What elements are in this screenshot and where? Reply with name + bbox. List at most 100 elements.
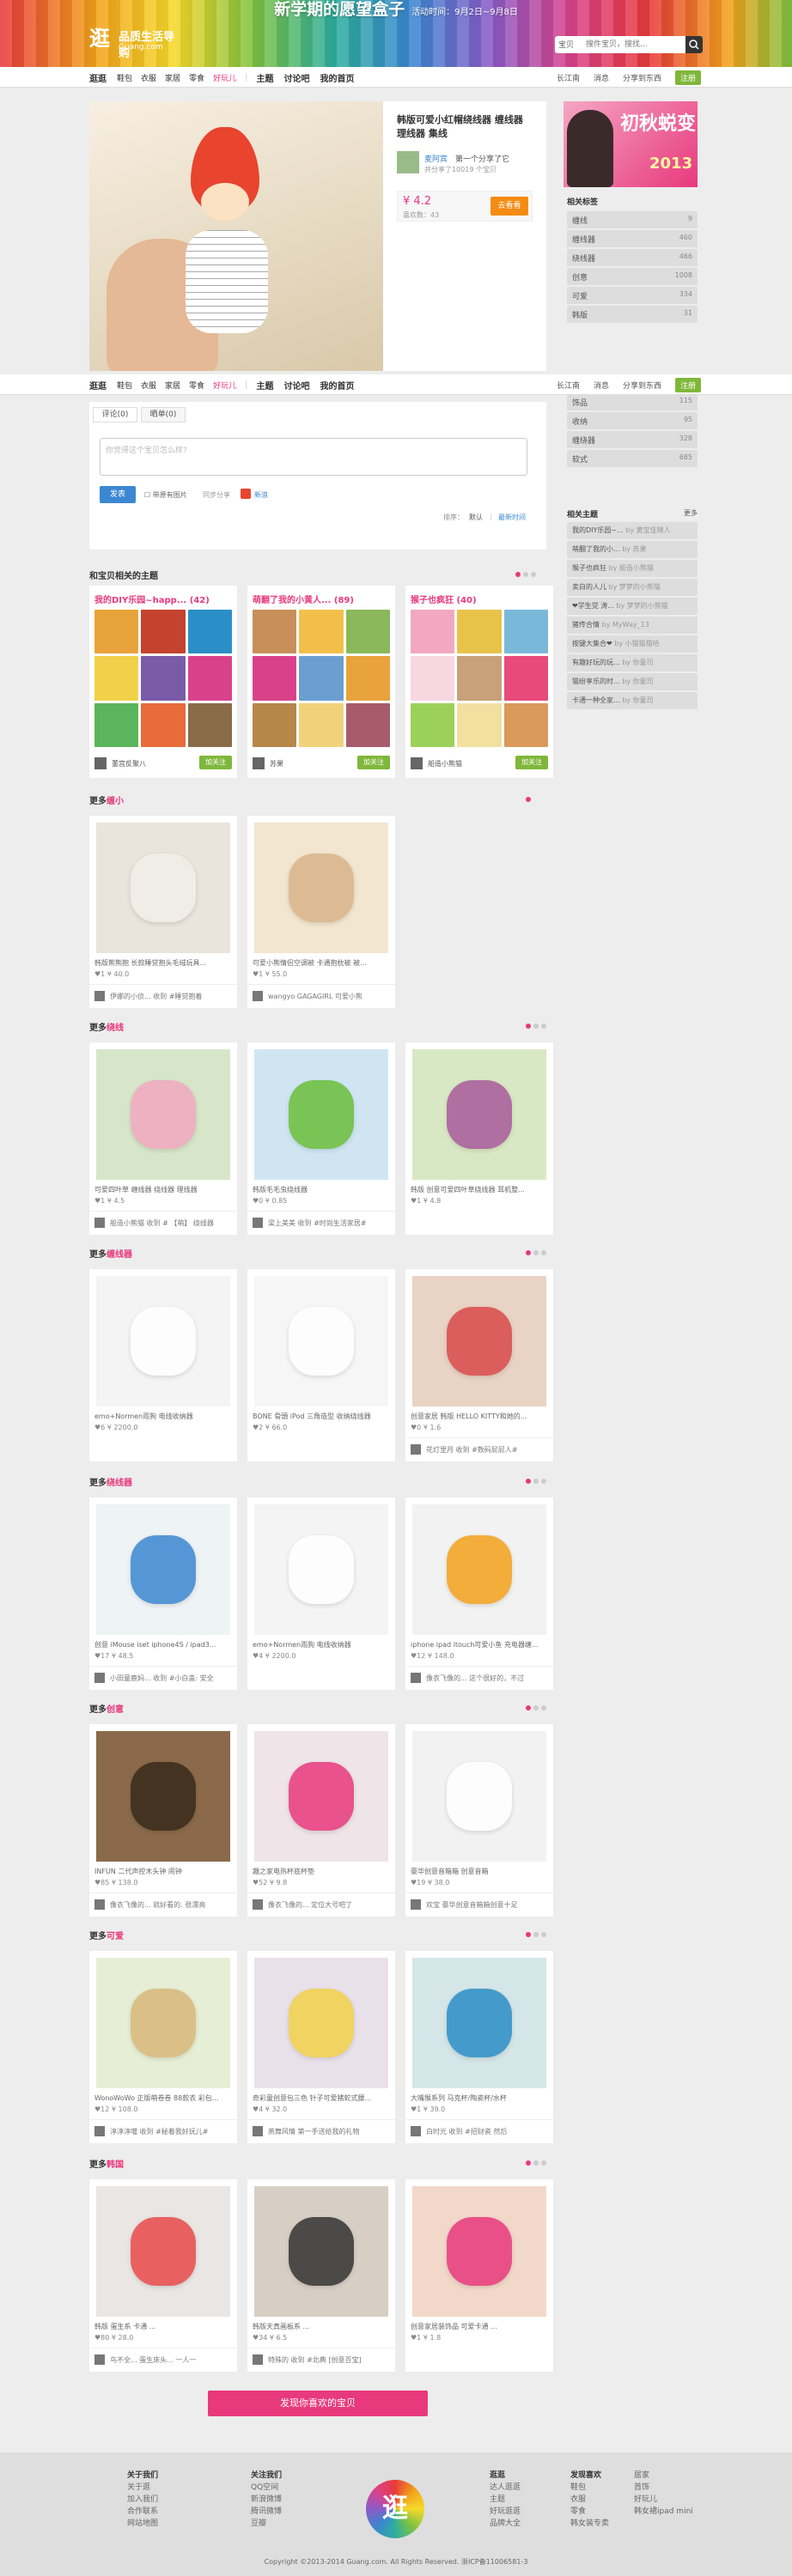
- theme-card-title[interactable]: 我的DIY乐园~happ... (42): [94, 592, 210, 605]
- product-thumbnail[interactable]: [96, 1276, 230, 1406]
- section-keyword[interactable]: 创意: [107, 1705, 124, 1715]
- section-keyword[interactable]: 绕线器: [107, 1479, 132, 1488]
- product-thumbnail[interactable]: [412, 1731, 546, 1862]
- product-image[interactable]: [89, 101, 383, 371]
- messages-menu[interactable]: 消息: [594, 72, 609, 83]
- theme-card-thumbs[interactable]: [253, 610, 390, 747]
- theme-card-user[interactable]: 船造小熊猫: [428, 759, 462, 769]
- product-sharer-note[interactable]: 淳淳淳噹 收到 #秘着我好玩儿#: [110, 2127, 234, 2136]
- nav-item-bags[interactable]: 鞋包: [117, 380, 132, 391]
- comment-input[interactable]: 你觉得这个宝贝怎么样?: [100, 438, 527, 476]
- nav-item-home-goods[interactable]: 家居: [165, 380, 180, 391]
- product-card[interactable]: WonoWoWo 正版萌卷卷 88款衣 彩包... ♥12 ¥ 108.0 淳淳淳噹…: [89, 1951, 237, 2143]
- register-button[interactable]: 注册: [674, 377, 701, 392]
- footer-link[interactable]: 豆瓣: [251, 2518, 282, 2530]
- product-desc[interactable]: emo+Normen雨狗 电线收纳器: [253, 1640, 390, 1649]
- site-logo[interactable]: 逛 品质生活导购 Guang.com: [89, 26, 184, 60]
- footer-link[interactable]: 鞋包: [570, 2482, 609, 2494]
- product-thumbnail[interactable]: [254, 1049, 388, 1180]
- product-thumbnail[interactable]: [96, 1504, 230, 1635]
- nav-item-snacks[interactable]: 零食: [189, 72, 204, 83]
- product-desc[interactable]: 可爱四叶草 缠线器 绕线器 理线器: [94, 1185, 232, 1194]
- nav-item-my-home[interactable]: 我的首页: [320, 379, 354, 392]
- product-thumbnail[interactable]: [412, 1276, 546, 1406]
- send-comment-button[interactable]: 发表: [100, 486, 136, 503]
- related-theme-item[interactable]: 卖白的人儿 by 梦梦的小熊猫: [567, 579, 698, 596]
- product-desc[interactable]: 创意家居 韩版 HELLO KITTY和她的...: [411, 1412, 548, 1421]
- tag-item[interactable]: 缠绕器 328: [567, 431, 698, 448]
- go-shop-button[interactable]: 去看看: [490, 197, 528, 216]
- product-thumbnail[interactable]: [96, 2186, 230, 2317]
- section-pager[interactable]: [526, 1479, 546, 1484]
- theme-card-thumbs[interactable]: [411, 610, 548, 747]
- weibo-icon[interactable]: [241, 489, 251, 499]
- avatar[interactable]: [253, 2126, 263, 2136]
- nav-item-home[interactable]: 逛逛: [89, 379, 107, 392]
- register-button[interactable]: 注册: [674, 70, 701, 85]
- product-card[interactable]: 可爱小熊情侣空调被 卡通抱枕被 被... ♥1 ¥ 55.0 wangyo GAGA…: [247, 816, 395, 1008]
- nav-item-themes[interactable]: 主题: [256, 71, 273, 84]
- avatar[interactable]: [411, 1444, 421, 1455]
- nav-item-themes[interactable]: 主题: [256, 379, 273, 392]
- product-sharer-note[interactable]: 花灯里月 收到 #数码屁屁人#: [426, 1445, 550, 1455]
- related-theme-item[interactable]: 猪传合情 by MyWay_13: [567, 617, 698, 634]
- product-title[interactable]: 韩版可爱小红帽绕线器 缠线器 理线器 集线: [397, 113, 534, 141]
- product-thumbnail[interactable]: [254, 823, 388, 953]
- tab-showcase[interactable]: 晒单(0): [141, 407, 186, 422]
- nav-item-clothes[interactable]: 衣服: [141, 380, 156, 391]
- product-thumbnail[interactable]: [412, 1958, 546, 2088]
- theme-card-thumbs[interactable]: [94, 610, 232, 747]
- promo-title[interactable]: 新学期的愿望盒子: [274, 0, 405, 19]
- follow-button[interactable]: 加关注: [515, 756, 548, 769]
- product-sharer-note[interactable]: wangyo GAGAGIRL 可爱小熊: [268, 992, 392, 1001]
- footer-link[interactable]: 网站地图: [127, 2518, 158, 2530]
- tag-item[interactable]: 收纳 95: [567, 412, 698, 429]
- tag-item[interactable]: 绕线器 466: [567, 249, 698, 266]
- product-desc[interactable]: 趣之家电热杯底杯垫: [253, 1867, 390, 1876]
- footer-link[interactable]: 品牌大全: [490, 2518, 521, 2530]
- product-card[interactable]: 可爱四叶草 缠线器 绕线器 理线器 ♥1 ¥ 4.5 船造小熊猫 收到 # 【萌】 …: [89, 1042, 237, 1235]
- promo-banner-text[interactable]: 新学期的愿望盒子 活动时间：9月2日~9月8日: [0, 0, 792, 19]
- messages-menu[interactable]: 消息: [594, 380, 609, 391]
- discover-button[interactable]: 发现你喜欢的宝贝: [208, 2391, 428, 2416]
- share-menu[interactable]: 分享到东西: [623, 380, 661, 391]
- sort-newest[interactable]: 最新时间: [498, 513, 526, 522]
- product-desc[interactable]: 韩版天真画板系 ...: [253, 2322, 390, 2331]
- product-card[interactable]: 韩版 创意可爱四叶草绕线器 耳机整... ♥1 ¥ 4.8: [405, 1042, 553, 1235]
- product-desc[interactable]: WonoWoWo 正版萌卷卷 88款衣 彩包...: [94, 2093, 232, 2103]
- product-card[interactable]: emo+Normen雨狗 电线收纳器 ♥6 ¥ 2200.0: [89, 1269, 237, 1461]
- nav-item-home-goods[interactable]: 家居: [165, 72, 180, 83]
- avatar[interactable]: [94, 2126, 105, 2136]
- product-card[interactable]: 韩版毛毛虫绕线器 ♥0 ¥ 0.85 梁上美美 收到 #时尚生活家居#: [247, 1042, 395, 1235]
- product-sharer-note[interactable]: 伊娜的小侦... 收到 #睡觉抱着: [110, 992, 234, 1001]
- product-desc[interactable]: 创意家居装饰品 可爱卡通 ...: [411, 2322, 548, 2331]
- footer-link[interactable]: 腾讯微博: [251, 2506, 282, 2518]
- avatar[interactable]: [94, 757, 107, 769]
- user-menu[interactable]: 长江南: [557, 380, 580, 391]
- with-image-checkbox[interactable]: ☐ 带原有图片: [144, 490, 187, 500]
- product-thumbnail[interactable]: [254, 1731, 388, 1862]
- share-menu[interactable]: 分享到东西: [623, 72, 661, 83]
- themes-more-link[interactable]: 更多: [684, 508, 698, 518]
- product-desc[interactable]: 韩版 创意可爱四叶草绕线器 耳机整...: [411, 1185, 548, 1194]
- product-thumbnail[interactable]: [254, 1504, 388, 1635]
- theme-card-title[interactable]: 萌翻了我的小黄人... (89): [253, 592, 354, 605]
- product-sharer-note[interactable]: 像衣飞像的... 就好看的. 很漂亮: [110, 1900, 234, 1910]
- avatar[interactable]: [94, 2354, 105, 2365]
- section-keyword[interactable]: 可爱: [107, 1932, 124, 1941]
- section-pager[interactable]: [526, 797, 531, 802]
- theme-card[interactable]: 猴子也疯狂 (40) 船造小熊猫 加关注: [405, 586, 553, 778]
- footer-link[interactable]: 衣服: [570, 2494, 609, 2506]
- related-theme-item[interactable]: 按键大集合❤ by 小猫猫猫哈: [567, 635, 698, 653]
- footer-link[interactable]: 首饰: [634, 2482, 693, 2494]
- avatar[interactable]: [94, 1673, 105, 1683]
- avatar[interactable]: [411, 1899, 421, 1910]
- product-card[interactable]: 大嘴猴系列 马克杯/陶瓷杯/水杯 ♥1 ¥ 39.0 白时光 收到 #招财瓷 然后: [405, 1951, 553, 2143]
- section-keyword[interactable]: 绕线: [107, 1024, 124, 1033]
- nav-item-forum[interactable]: 讨论吧: [283, 71, 309, 84]
- nav-item-my-home[interactable]: 我的首页: [320, 71, 354, 84]
- avatar[interactable]: [411, 1673, 421, 1683]
- product-card[interactable]: 创意 iMouse iset iphone4S / ipad3... ♥17 ¥ …: [89, 1498, 237, 1690]
- product-card[interactable]: BONE 骨頭 iPod 三角造型 收纳绕线器 ♥2 ¥ 66.0: [247, 1269, 395, 1461]
- avatar[interactable]: [411, 2126, 421, 2136]
